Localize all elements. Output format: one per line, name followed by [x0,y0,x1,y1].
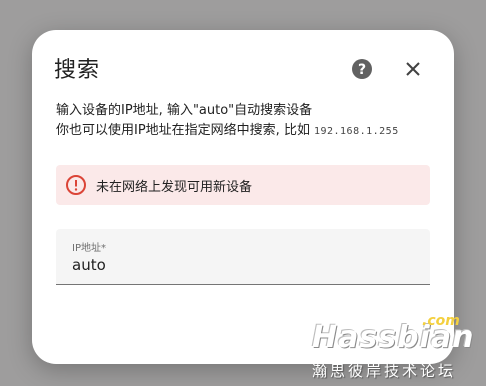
ip-address-input[interactable]: auto [72,256,106,274]
svg-text:?: ? [358,62,366,78]
close-icon [406,62,420,76]
watermark-subtitle: 瀚思彼岸技术论坛 [312,362,457,380]
error-alert: 未在网络上发现可用新设备 [56,165,430,205]
alert-circle-outline-icon [66,175,86,195]
ip-address-field[interactable]: IP地址* auto [56,229,430,285]
dialog-description: 输入设备的IP地址, 输入"auto"自动搜索设备 你也可以使用IP地址在指定网… [56,101,436,142]
search-dialog: 搜索 ? 输入设备的IP地址, 输入"auto"自动搜索设备 你也可以使用IP地… [32,30,454,364]
description-line-1: 输入设备的IP地址, 输入"auto"自动搜索设备 [56,103,313,118]
watermark-domain: .com [422,313,460,329]
ip-address-label: IP地址* [72,243,106,254]
close-button[interactable] [402,58,424,80]
alert-message: 未在网络上发现可用新设备 [96,180,253,195]
help-button[interactable]: ? [350,57,374,81]
description-line-2-text: 你也可以使用IP地址在指定网络中搜索, 比如 [56,123,310,138]
example-ip: 192.168.1.255 [313,126,399,137]
dialog-title: 搜索 [54,58,101,83]
help-circle-icon: ? [352,59,372,79]
description-line-2: 你也可以使用IP地址在指定网络中搜索, 比如 192.168.1.255 [56,121,436,142]
hassbian-watermark: Hassbian .com 瀚思彼岸技术论坛 [308,313,486,386]
